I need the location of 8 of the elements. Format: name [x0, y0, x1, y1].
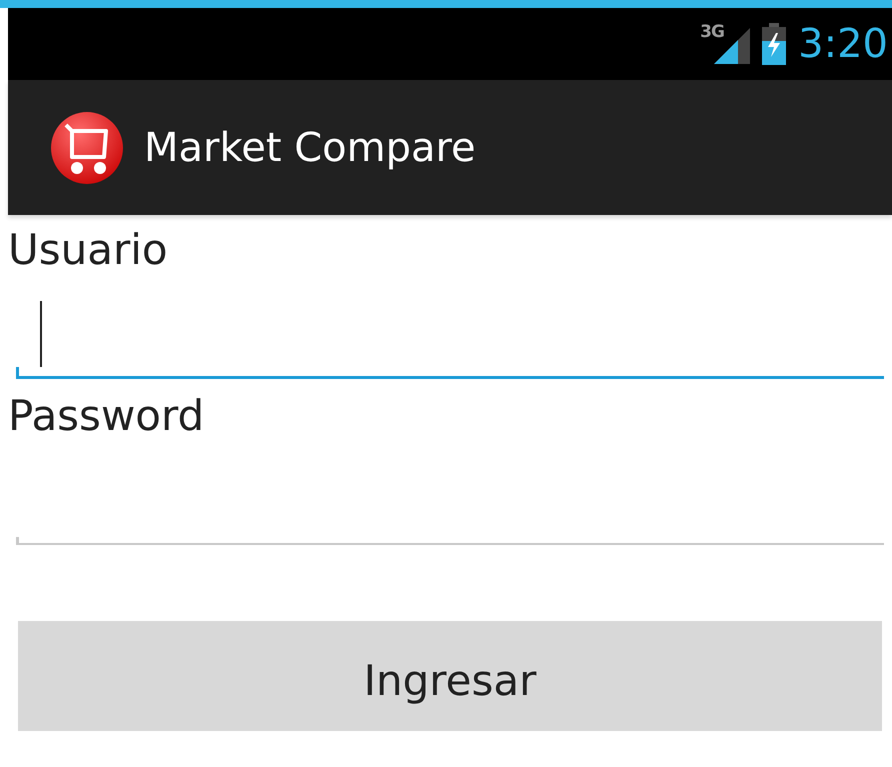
field-label: Password — [8, 391, 206, 441]
shopping-cart-icon — [50, 110, 124, 184]
clock: 3:20 — [798, 24, 888, 64]
app-title: Market Compare — [144, 128, 476, 168]
login-button[interactable]: Ingresar — [18, 621, 882, 731]
battery-charging-icon — [760, 23, 788, 65]
network-type: 3G — [700, 24, 724, 41]
field-label: Usuario — [8, 225, 169, 275]
